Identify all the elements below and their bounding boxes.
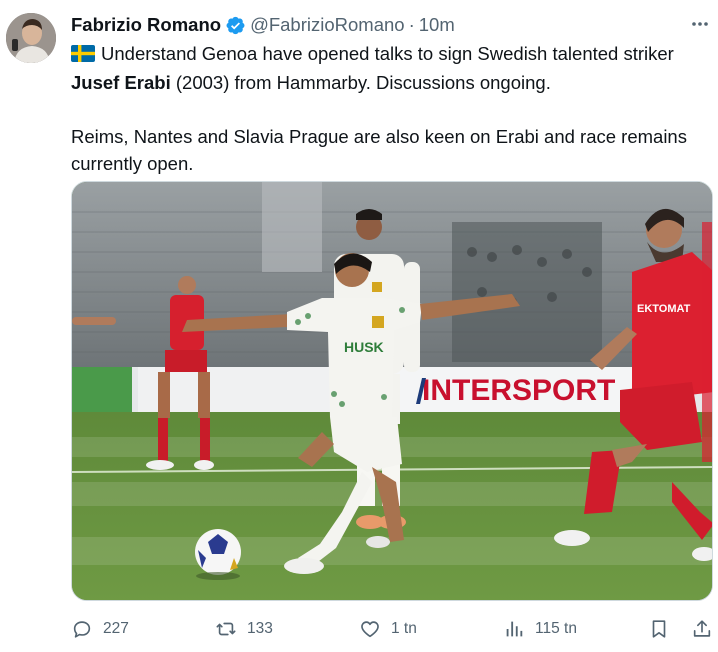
- avatar-image: [6, 13, 56, 63]
- author-name[interactable]: Fabrizio Romano: [71, 14, 221, 36]
- tweet-paragraph-2: Reims, Nantes and Slavia Prague are also…: [71, 126, 687, 174]
- opponent-sponsor: EKTOMAT: [637, 303, 691, 315]
- tweet-text-line2: (2003) from Hammarby. Discussions ongoin…: [170, 72, 551, 93]
- reply-count: 227: [103, 620, 129, 637]
- views-button[interactable]: 115 tn: [503, 614, 577, 644]
- share-button[interactable]: [691, 614, 718, 644]
- tweet-photo[interactable]: INTERSPORT HUSK EKTOMAT: [71, 181, 713, 601]
- tweet-header: Fabrizio Romano @FabrizioRomano · 10m: [71, 13, 455, 37]
- reply-button[interactable]: 227: [71, 614, 129, 644]
- separator-dot: ·: [408, 14, 415, 35]
- tweet-body: Understand Genoa have opened talks to si…: [71, 40, 711, 177]
- share-icon: [693, 620, 711, 637]
- author-handle[interactable]: @FabrizioRomano: [250, 14, 405, 36]
- repost-button[interactable]: 133: [215, 614, 273, 644]
- reply-icon: [73, 621, 91, 638]
- player-name: Jusef Erabi: [71, 72, 171, 93]
- tweet-text-line1: Understand Genoa have opened talks to si…: [101, 43, 674, 64]
- views-icon: [506, 621, 523, 637]
- svg-text:HUSK: HUSK: [344, 339, 384, 355]
- more-icon[interactable]: [690, 14, 710, 34]
- bookmark-icon: [652, 620, 666, 638]
- football-match-photo: INTERSPORT HUSK EKTOMAT: [72, 182, 712, 600]
- tweet-line-1: Understand Genoa have opened talks to si…: [71, 40, 711, 69]
- like-count: 1 tn: [391, 620, 417, 637]
- views-count: 115 tn: [535, 620, 577, 637]
- bookmark-button[interactable]: [648, 614, 680, 644]
- like-icon: [361, 621, 379, 638]
- timestamp[interactable]: 10m: [419, 14, 455, 36]
- verified-icon: [225, 15, 246, 36]
- avatar[interactable]: [6, 13, 56, 63]
- tweet-line-2: Jusef Erabi (2003) from Hammarby. Discus…: [71, 69, 711, 96]
- ad-board-text: INTERSPORT: [422, 374, 615, 407]
- repost-icon: [216, 622, 236, 636]
- sweden-flag-icon: [71, 42, 95, 69]
- repost-count: 133: [247, 620, 273, 637]
- like-button[interactable]: 1 tn: [359, 614, 417, 644]
- tweet-actions: 227 133 1 tn 115 tn: [71, 614, 713, 644]
